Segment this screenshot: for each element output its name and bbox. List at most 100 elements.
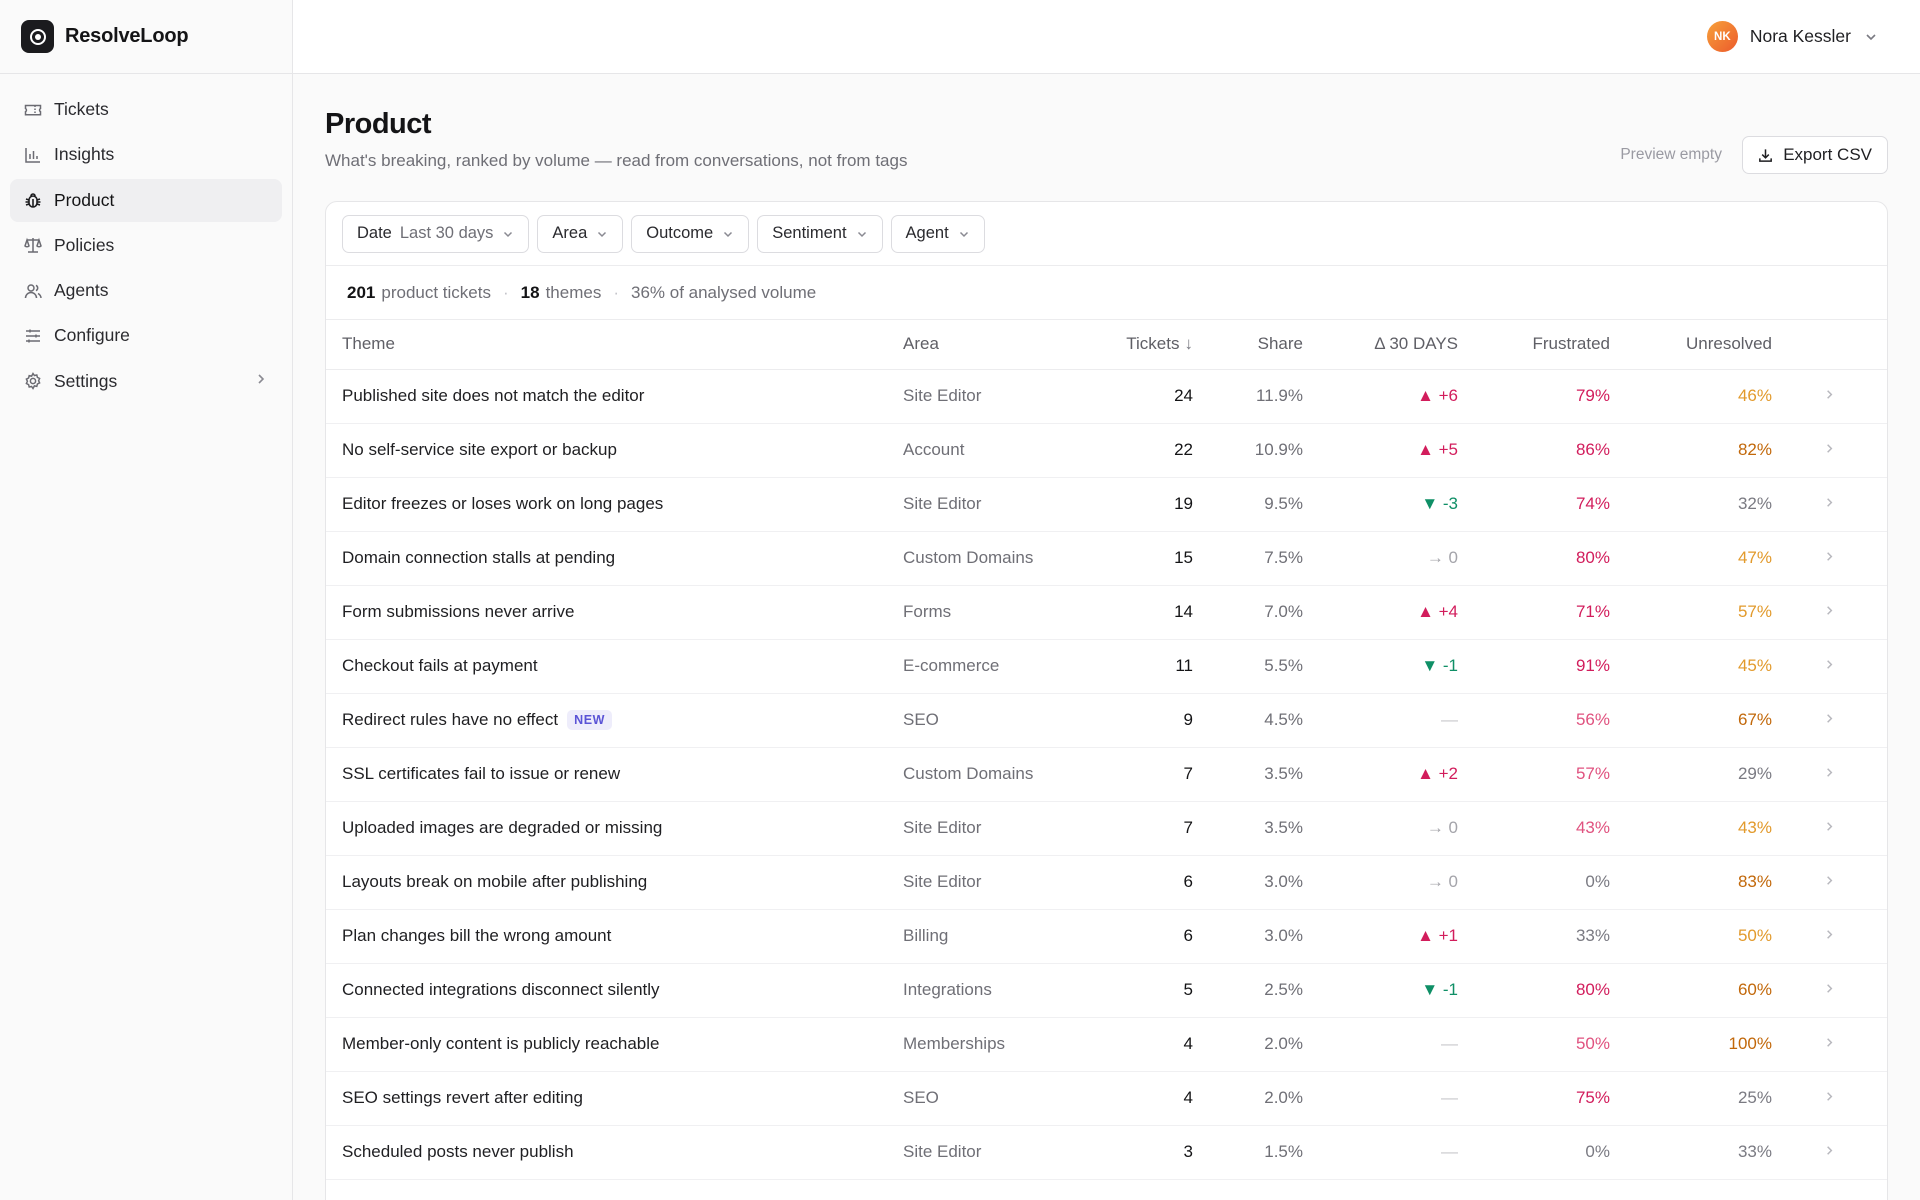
table-row[interactable]: Scheduled posts never publish Site Editor… (326, 1125, 1887, 1180)
filter-outcome[interactable]: Outcome (631, 214, 750, 253)
cell-unresolved: 67% (1610, 693, 1772, 748)
logo-icon (21, 20, 54, 53)
cell-delta: — (1303, 1125, 1458, 1180)
themes-count: 18 (520, 282, 540, 302)
sidebar-item-configure[interactable]: Configure (10, 314, 282, 357)
cell-delta: — (1303, 1017, 1458, 1072)
chevron-right-icon (1772, 801, 1887, 856)
export-csv-button[interactable]: Export CSV (1742, 136, 1888, 174)
cell-tickets: 14 (1103, 585, 1193, 640)
theme-name: Checkout fails at payment (342, 656, 538, 675)
cell-frustrated: 56% (1458, 693, 1610, 748)
filter-label: Date (357, 224, 392, 242)
cell-theme: Published site does not match the editor (326, 369, 903, 424)
column-header-share[interactable]: Share (1193, 320, 1303, 370)
column-header-spacer (1772, 320, 1887, 370)
brand[interactable]: ResolveLoop (0, 0, 292, 74)
table-row[interactable]: Published site does not match the editor… (326, 369, 1887, 424)
theme-name: Member-only content is publicly reachabl… (342, 1034, 660, 1053)
chevron-right-icon (1772, 855, 1887, 910)
table-row[interactable]: No self-service site export or backup Acc… (326, 423, 1887, 478)
filter-label: Outcome (646, 224, 714, 242)
cell-tickets: 11 (1103, 639, 1193, 694)
cell-frustrated: 80% (1458, 531, 1610, 586)
table-row[interactable]: Uploaded images are degraded or missing S… (326, 801, 1887, 856)
sidebar-item-agents[interactable]: Agents (10, 269, 282, 312)
table-header-row: Theme Area Tickets ↓ Share Δ 30 DAYS Frus… (326, 320, 1887, 370)
column-header-frustrated[interactable]: Frustrated (1458, 320, 1610, 370)
cell-area: Billing (903, 909, 1103, 964)
chevron-right-icon (1772, 747, 1887, 802)
cell-tickets: 6 (1103, 909, 1193, 964)
cell-area: SEO (903, 1071, 1103, 1126)
main-content: Product What's breaking, ranked by volum… (293, 75, 1920, 1200)
cell-frustrated: 71% (1458, 585, 1610, 640)
cell-unresolved: 46% (1610, 369, 1772, 424)
cell-area: Custom Domains (903, 531, 1103, 586)
table-row[interactable]: Member-only content is publicly reachabl… (326, 1017, 1887, 1072)
cell-area: Site Editor (903, 855, 1103, 910)
cell-area: Account (903, 423, 1103, 478)
column-header-unresolved[interactable]: Unresolved (1610, 320, 1772, 370)
table-row[interactable]: Connected integrations disconnect silent… (326, 963, 1887, 1018)
table-row[interactable]: Plan changes bill the wrong amount Billin… (326, 909, 1887, 964)
cell-delta: ▼ -1 (1303, 963, 1458, 1018)
sidebar-item-settings[interactable]: Settings (10, 360, 282, 403)
sidebar-item-policies[interactable]: Policies (10, 224, 282, 267)
cell-tickets: 4 (1103, 1017, 1193, 1072)
cell-share: 3.0% (1193, 909, 1303, 964)
table-row[interactable]: Editor freezes or loses work on long pag… (326, 477, 1887, 532)
chevron-right-icon (1772, 963, 1887, 1018)
cell-theme: Editor freezes or loses work on long pag… (326, 477, 903, 532)
cell-share: 2.0% (1193, 1017, 1303, 1072)
chevron-down-icon (856, 228, 868, 240)
column-header-area[interactable]: Area (903, 320, 1103, 370)
cell-delta: — (1303, 1071, 1458, 1126)
sidebar-item-product[interactable]: Product (10, 178, 282, 222)
filter-area[interactable]: Area (537, 214, 624, 253)
sidebar-item-tickets[interactable]: Tickets (10, 88, 282, 131)
column-header-theme[interactable]: Theme (326, 320, 903, 370)
chevron-right-icon (1772, 585, 1887, 640)
table-row[interactable]: Checkout fails at payment E-commerce 11 5.5… (326, 639, 1887, 694)
sidebar-item-label: Agents (54, 280, 109, 301)
sidebar-item-insights[interactable]: Insights (10, 133, 282, 176)
theme-name: Domain connection stalls at pending (342, 548, 616, 567)
cell-frustrated: 0% (1458, 1125, 1610, 1180)
cell-area: Forms (903, 585, 1103, 640)
cell-unresolved: 32% (1610, 477, 1772, 532)
table-row[interactable]: Layouts break on mobile after publishing… (326, 855, 1887, 910)
preview-empty-link[interactable]: Preview empty (1620, 146, 1722, 164)
cell-theme: Checkout fails at payment (326, 639, 903, 694)
cell-theme: Layouts break on mobile after publishing (326, 855, 903, 910)
cell-share: 4.5% (1193, 693, 1303, 748)
filter-agent[interactable]: Agent (890, 214, 985, 253)
cell-theme: Scheduled posts never publish (326, 1125, 903, 1180)
sliders-icon (22, 325, 44, 347)
theme-name: SEO settings revert after editing (342, 1088, 583, 1107)
filter-date[interactable]: Date Last 30 days (342, 214, 530, 253)
top-bar: NK Nora Kessler (293, 0, 1920, 74)
chevron-right-icon (1772, 477, 1887, 532)
filter-label: Area (552, 224, 588, 242)
cell-area: Site Editor (903, 477, 1103, 532)
table-row[interactable]: Form submissions never arrive Forms 14 7.0%… (326, 585, 1887, 640)
table-row[interactable]: SEO settings revert after editing SEO 4 2.0… (326, 1071, 1887, 1126)
filter-sentiment[interactable]: Sentiment (757, 214, 883, 253)
column-header-tickets[interactable]: Tickets ↓ (1103, 320, 1193, 370)
table-row[interactable]: SSL certificates fail to issue or renew C… (326, 747, 1887, 802)
user-menu[interactable]: NK Nora Kessler (1706, 21, 1878, 52)
table-row[interactable]: Redirect rules have no effect NEW SEO 9 4.5%… (326, 693, 1887, 748)
cell-tickets: 7 (1103, 747, 1193, 802)
tickets-count: 201 (347, 282, 376, 302)
cell-frustrated: 0% (1458, 855, 1610, 910)
cell-frustrated: 91% (1458, 639, 1610, 694)
page-title: Product (325, 108, 432, 140)
chevron-down-icon (1864, 30, 1878, 44)
themes-card: Date Last 30 days Area Outcome Sentiment Agen… (325, 201, 1888, 1200)
chevron-down-icon (958, 228, 970, 240)
cell-area: E-commerce (903, 639, 1103, 694)
theme-name: SSL certificates fail to issue or renew (342, 764, 621, 783)
column-header-delta[interactable]: Δ 30 DAYS (1303, 320, 1458, 370)
table-row[interactable]: Domain connection stalls at pending Custo… (326, 531, 1887, 586)
